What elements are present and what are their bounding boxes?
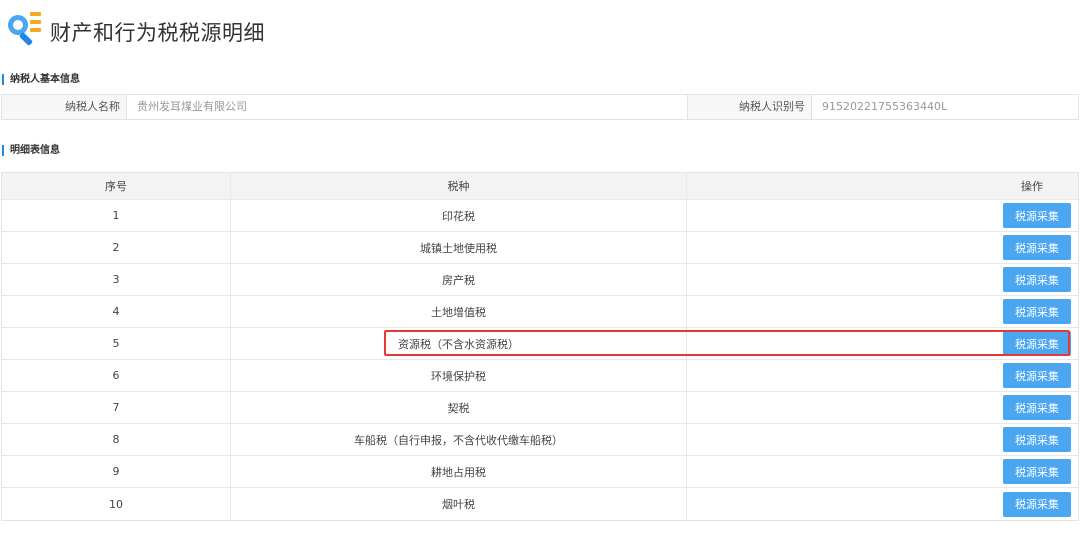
collect-button[interactable]: 税源采集 — [1003, 427, 1071, 452]
row-action: 税源采集 — [996, 456, 1078, 487]
collect-button[interactable]: 税源采集 — [1003, 299, 1071, 324]
column-header-blank — [687, 173, 1028, 199]
table-row: 5 资源税（不含水资源税） 税源采集 — [2, 328, 1078, 360]
row-blank — [687, 296, 1028, 327]
collect-button[interactable]: 税源采集 — [1003, 267, 1071, 292]
collect-button[interactable]: 税源采集 — [1003, 459, 1071, 484]
row-blank — [687, 360, 1028, 391]
row-action: 税源采集 — [996, 488, 1078, 520]
row-action: 税源采集 — [996, 296, 1078, 327]
search-list-icon — [8, 12, 41, 46]
taxpayer-section-title: 纳税人基本信息 — [2, 74, 80, 85]
table-row: 1 印花税 税源采集 — [2, 200, 1078, 232]
row-action: 税源采集 — [996, 424, 1078, 455]
row-action: 税源采集 — [996, 328, 1078, 359]
row-tax: 烟叶税 — [231, 488, 687, 520]
page-header: 财产和行为税税源明细 — [0, 0, 1080, 62]
row-tax: 契税 — [231, 392, 687, 423]
row-tax: 城镇土地使用税 — [231, 232, 687, 263]
row-tax: 车船税（自行申报，不含代收代缴车船税） — [231, 424, 687, 455]
collect-button[interactable]: 税源采集 — [1003, 331, 1071, 356]
column-header-tax: 税种 — [231, 173, 687, 199]
detail-section-title: 明细表信息 — [2, 145, 60, 156]
row-blank — [687, 328, 1028, 359]
taxpayer-name-label: 纳税人名称 — [2, 95, 126, 119]
taxpayer-id-value: 91520221755363440L — [811, 95, 1078, 119]
row-tax: 资源税（不含水资源税） — [231, 328, 687, 359]
row-no: 7 — [2, 392, 231, 423]
collect-button[interactable]: 税源采集 — [1003, 203, 1071, 228]
column-header-action: 操作 — [1021, 180, 1043, 193]
taxpayer-id-label: 纳税人识别号 — [687, 95, 811, 119]
row-no: 5 — [2, 328, 231, 359]
row-tax: 耕地占用税 — [231, 456, 687, 487]
row-action: 税源采集 — [996, 392, 1078, 423]
row-action: 税源采集 — [996, 360, 1078, 391]
row-blank — [687, 456, 1028, 487]
table-header-row: 序号 税种 操作 — [2, 173, 1078, 200]
row-action: 税源采集 — [996, 200, 1078, 231]
table-row: 10 烟叶税 税源采集 — [2, 488, 1078, 520]
row-blank — [687, 200, 1028, 231]
collect-button[interactable]: 税源采集 — [1003, 395, 1071, 420]
table-row: 4 土地增值税 税源采集 — [2, 296, 1078, 328]
row-no: 8 — [2, 424, 231, 455]
row-no: 10 — [2, 488, 231, 520]
row-tax: 印花税 — [231, 200, 687, 231]
row-blank — [687, 264, 1028, 295]
row-no: 9 — [2, 456, 231, 487]
row-no: 4 — [2, 296, 231, 327]
row-tax: 环境保护税 — [231, 360, 687, 391]
taxpayer-name-value: 贵州发耳煤业有限公司 — [126, 95, 687, 119]
row-blank — [687, 488, 1028, 520]
row-blank — [687, 232, 1028, 263]
collect-button[interactable]: 税源采集 — [1003, 491, 1071, 517]
collect-button[interactable]: 税源采集 — [1003, 235, 1071, 260]
taxpayer-info-table: 纳税人名称 贵州发耳煤业有限公司 纳税人识别号 9152022175536344… — [1, 94, 1079, 120]
column-header-no: 序号 — [2, 173, 231, 199]
table-row: 2 城镇土地使用税 税源采集 — [2, 232, 1078, 264]
row-blank — [687, 392, 1028, 423]
row-no: 6 — [2, 360, 231, 391]
page-title: 财产和行为税税源明细 — [50, 21, 265, 45]
table-row: 7 契税 税源采集 — [2, 392, 1078, 424]
row-action: 税源采集 — [996, 232, 1078, 263]
row-tax: 土地增值税 — [231, 296, 687, 327]
row-action: 税源采集 — [996, 264, 1078, 295]
collect-button[interactable]: 税源采集 — [1003, 363, 1071, 388]
table-row: 6 环境保护税 税源采集 — [2, 360, 1078, 392]
row-no: 2 — [2, 232, 231, 263]
row-tax: 房产税 — [231, 264, 687, 295]
row-blank — [687, 424, 1028, 455]
table-row: 9 耕地占用税 税源采集 — [2, 456, 1078, 488]
row-no: 1 — [2, 200, 231, 231]
table-row: 3 房产税 税源采集 — [2, 264, 1078, 296]
detail-table: 序号 税种 操作 1 印花税 税源采集 2 城镇土地使用税 税源采集 3 房产税… — [1, 172, 1079, 521]
table-row: 8 车船税（自行申报，不含代收代缴车船税） 税源采集 — [2, 424, 1078, 456]
row-no: 3 — [2, 264, 231, 295]
